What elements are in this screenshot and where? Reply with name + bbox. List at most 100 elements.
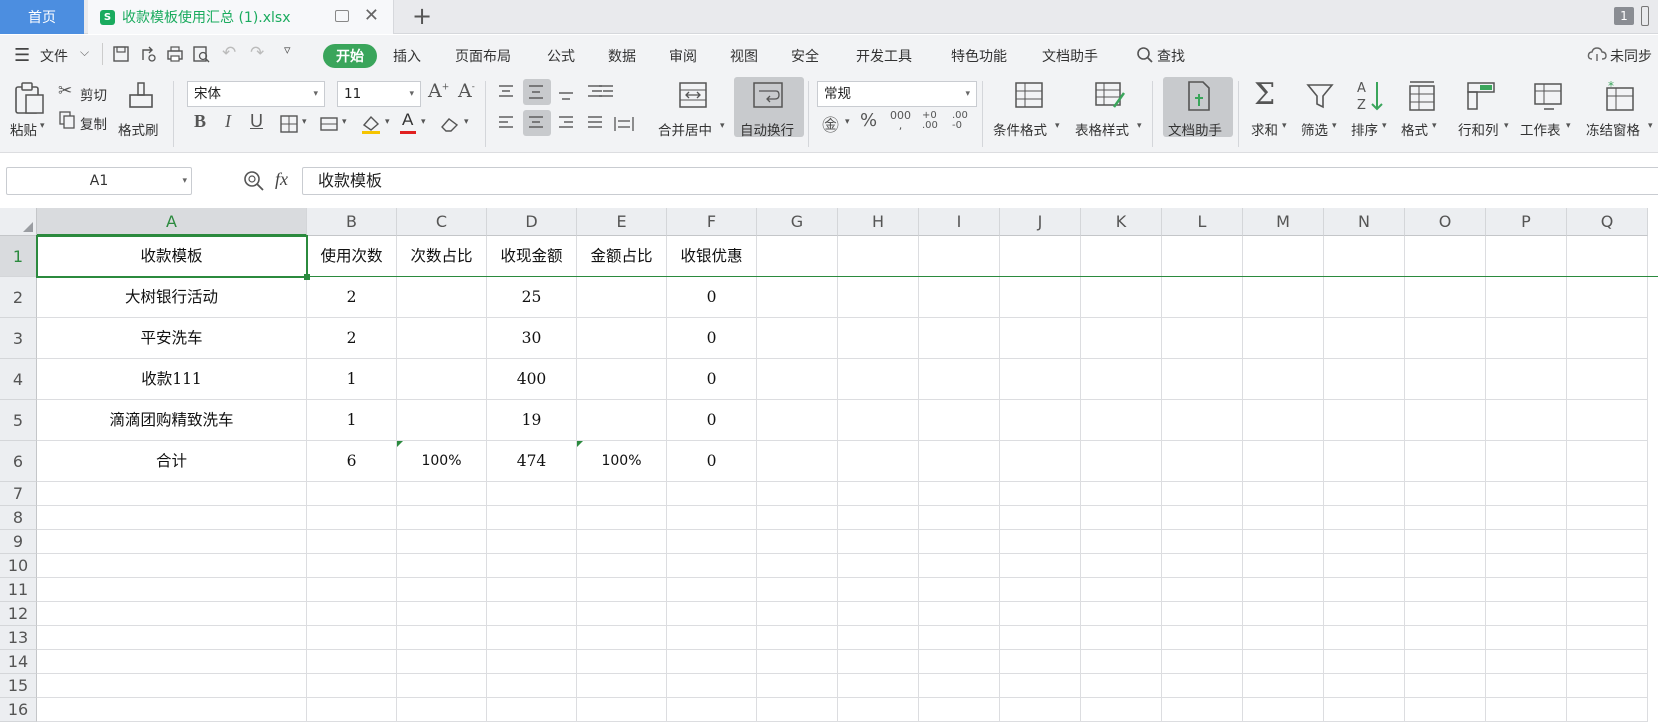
cell-j4[interactable] <box>1000 359 1081 400</box>
cell-p4[interactable] <box>1486 359 1567 400</box>
cell-q2[interactable] <box>1567 277 1648 318</box>
font-size-select[interactable]: 11 ▾ <box>337 81 421 107</box>
cell-a7[interactable] <box>37 482 307 506</box>
cell-q14[interactable] <box>1567 650 1648 674</box>
cell-b1[interactable]: 使用次数 <box>307 236 397 277</box>
column-header-f[interactable]: F <box>667 208 757 236</box>
menu-tab-security[interactable]: 安全 <box>791 46 819 66</box>
spreadsheet-grid[interactable]: ABCDEFGHIJKLMNOPQ 1 2 3 4 5 6 7 8 9 10 11 12 13 14 15 1… <box>0 208 1658 722</box>
currency-icon[interactable]: ㊎ <box>822 111 839 136</box>
cell-k4[interactable] <box>1081 359 1162 400</box>
cell-h9[interactable] <box>838 530 919 554</box>
row-header-8[interactable]: 8 <box>0 506 37 530</box>
cell-b6[interactable]: 6 <box>307 441 397 482</box>
cell-g6[interactable] <box>757 441 838 482</box>
cell-q8[interactable] <box>1567 506 1648 530</box>
column-header-i[interactable]: I <box>919 208 1000 236</box>
cell-l7[interactable] <box>1162 482 1243 506</box>
cell-g2[interactable] <box>757 277 838 318</box>
name-box[interactable]: A1 ▾ <box>6 167 192 195</box>
cell-d3[interactable]: 30 <box>487 318 577 359</box>
cell-e16[interactable] <box>577 698 667 722</box>
cell-p2[interactable] <box>1486 277 1567 318</box>
increase-decimal-icon[interactable]: +0.00 <box>922 111 938 131</box>
chevron-down-icon[interactable]: ▾ <box>1137 121 1142 131</box>
cell-j3[interactable] <box>1000 318 1081 359</box>
cell-l9[interactable] <box>1162 530 1243 554</box>
sync-status[interactable]: 未同步 <box>1610 46 1652 66</box>
cell-m11[interactable] <box>1243 578 1324 602</box>
cell-o10[interactable] <box>1405 554 1486 578</box>
italic-icon[interactable]: I <box>225 111 231 132</box>
cell-q7[interactable] <box>1567 482 1648 506</box>
cell-j7[interactable] <box>1000 482 1081 506</box>
worksheet-icon[interactable] <box>1532 81 1564 111</box>
cell-g14[interactable] <box>757 650 838 674</box>
menu-tab-start[interactable]: 开始 <box>323 44 377 68</box>
column-header-n[interactable]: N <box>1324 208 1405 236</box>
chevron-down-icon[interactable]: ▾ <box>1504 121 1509 131</box>
cell-g9[interactable] <box>757 530 838 554</box>
conditional-format-button[interactable]: 条件格式 <box>993 119 1047 139</box>
cell-l11[interactable] <box>1162 578 1243 602</box>
cell-o4[interactable] <box>1405 359 1486 400</box>
column-header-e[interactable]: E <box>577 208 667 236</box>
cell-h8[interactable] <box>838 506 919 530</box>
menu-tab-insert[interactable]: 插入 <box>393 46 421 66</box>
cell-g16[interactable] <box>757 698 838 722</box>
cell-a15[interactable] <box>37 674 307 698</box>
cell-c2[interactable] <box>397 277 487 318</box>
cell-a4[interactable]: 收款111 <box>37 359 307 400</box>
cell-n16[interactable] <box>1324 698 1405 722</box>
cell-p15[interactable] <box>1486 674 1567 698</box>
redo-icon[interactable]: ↷ <box>250 43 264 63</box>
copy-button[interactable]: 复制 <box>80 113 107 133</box>
cell-i13[interactable] <box>919 626 1000 650</box>
cell-l15[interactable] <box>1162 674 1243 698</box>
cell-n2[interactable] <box>1324 277 1405 318</box>
cell-a3[interactable]: 平安洗车 <box>37 318 307 359</box>
cell-e7[interactable] <box>577 482 667 506</box>
cell-c16[interactable] <box>397 698 487 722</box>
cell-o15[interactable] <box>1405 674 1486 698</box>
cell-n3[interactable] <box>1324 318 1405 359</box>
cell-l10[interactable] <box>1162 554 1243 578</box>
cell-d11[interactable] <box>487 578 577 602</box>
cell-m16[interactable] <box>1243 698 1324 722</box>
sum-button[interactable]: 求和 <box>1251 119 1278 139</box>
cell-i15[interactable] <box>919 674 1000 698</box>
cell-b4[interactable]: 1 <box>307 359 397 400</box>
cell-j15[interactable] <box>1000 674 1081 698</box>
cell-d7[interactable] <box>487 482 577 506</box>
cell-p1[interactable] <box>1486 236 1567 277</box>
cell-q15[interactable] <box>1567 674 1648 698</box>
cell-j14[interactable] <box>1000 650 1081 674</box>
paste-dropdown-icon[interactable]: ▾ <box>40 121 45 131</box>
cell-g5[interactable] <box>757 400 838 441</box>
column-header-k[interactable]: K <box>1081 208 1162 236</box>
cell-g8[interactable] <box>757 506 838 530</box>
cell-q3[interactable] <box>1567 318 1648 359</box>
cell-k5[interactable] <box>1081 400 1162 441</box>
cell-o9[interactable] <box>1405 530 1486 554</box>
row-header-9[interactable]: 9 <box>0 530 37 554</box>
cell-h4[interactable] <box>838 359 919 400</box>
cell-b11[interactable] <box>307 578 397 602</box>
cell-a13[interactable] <box>37 626 307 650</box>
cell-j13[interactable] <box>1000 626 1081 650</box>
cell-e6[interactable]: 100% <box>577 441 667 482</box>
cell-i8[interactable] <box>919 506 1000 530</box>
cell-c12[interactable] <box>397 602 487 626</box>
chevron-down-icon[interactable]: ▾ <box>302 117 307 127</box>
cell-m12[interactable] <box>1243 602 1324 626</box>
cell-p10[interactable] <box>1486 554 1567 578</box>
row-header-7[interactable]: 7 <box>0 482 37 506</box>
cell-n11[interactable] <box>1324 578 1405 602</box>
cell-i12[interactable] <box>919 602 1000 626</box>
cell-q1[interactable] <box>1567 236 1648 277</box>
cell-b16[interactable] <box>307 698 397 722</box>
cell-d16[interactable] <box>487 698 577 722</box>
cell-a8[interactable] <box>37 506 307 530</box>
format-icon[interactable] <box>1407 80 1437 112</box>
column-header-g[interactable]: G <box>757 208 838 236</box>
